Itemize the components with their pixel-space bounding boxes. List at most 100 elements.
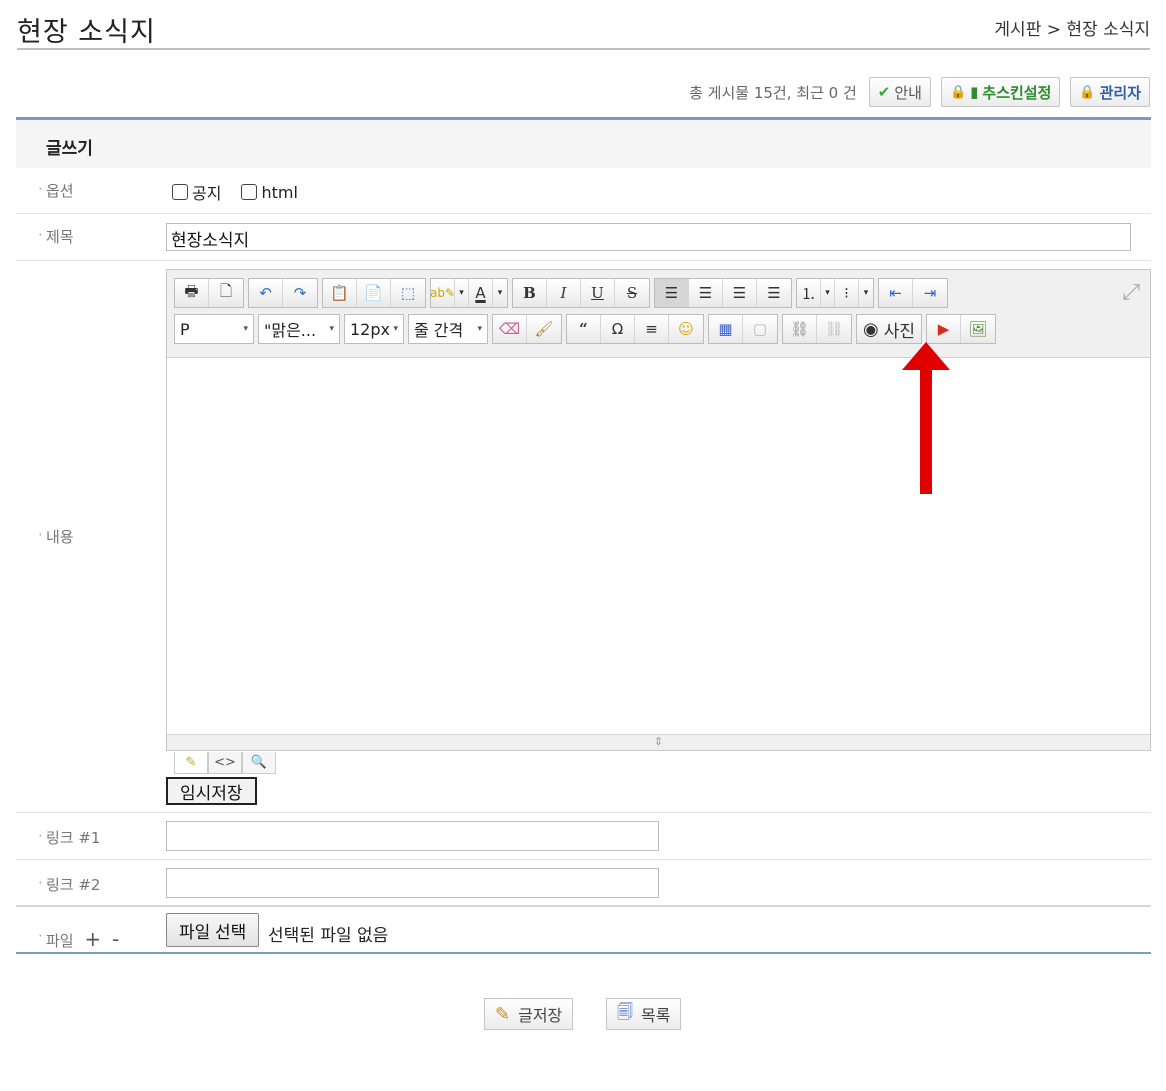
editor-content-area[interactable] [167, 358, 1150, 734]
remove-file-icon[interactable]: - [112, 927, 119, 951]
font-family-select[interactable]: "맑은... ▾ [258, 314, 340, 344]
justify-icon[interactable]: ☰ [757, 279, 791, 307]
content-row: 내용 🖶 🗋 ↶ ↷ 📋 📄 ⬚ [16, 261, 1151, 813]
chevron-down-icon[interactable]: ▾ [821, 279, 835, 307]
font-size-value: 12px [350, 319, 390, 339]
admin-button[interactable]: 🔒 관리자 [1070, 77, 1150, 107]
bold-icon[interactable]: B [513, 279, 547, 307]
underline-icon[interactable]: U [581, 279, 615, 307]
paste-word-icon[interactable]: 📄 [357, 279, 391, 307]
list-label: 목록 [640, 1006, 671, 1025]
table-icon[interactable]: ▦ [709, 315, 743, 343]
unlink-icon[interactable]: ⛓ [817, 315, 851, 343]
editor-mode-tabs: ✎ <> 🔍 [174, 752, 276, 774]
rich-text-editor: 🖶 🗋 ↶ ↷ 📋 📄 ⬚ ab✎ ▾ A ▾ B I U S ☰ ☰ ☰ ☰ … [166, 269, 1151, 751]
file-label-wrap: 파일 + - [38, 927, 119, 951]
hr-icon[interactable]: ≡ [635, 315, 669, 343]
skin-icon: ▮ [970, 83, 979, 101]
subject-row: 제목 현장소식지 [16, 214, 1151, 261]
check-icon: ✔ [877, 83, 891, 101]
brush-icon[interactable]: 🖌 [527, 315, 561, 343]
link2-row: 링크 #2 [16, 860, 1151, 907]
select-all-icon[interactable]: ⬚ [391, 279, 425, 307]
write-form: 글쓰기 옵션 공지 html 제목 현장소식지 내용 🖶 [16, 117, 1151, 954]
guide-label: 안내 [894, 83, 922, 102]
guide-button[interactable]: ✔ 안내 [868, 77, 931, 107]
link2-input[interactable] [166, 868, 659, 898]
chevron-down-icon[interactable]: ▾ [859, 279, 873, 307]
italic-icon[interactable]: I [547, 279, 581, 307]
board-toolbar: 총 게시물 15건, 최근 0 건 ✔ 안내 🔒 ▮ 추스킨설정 🔒 관리자 [17, 76, 1150, 108]
option-label: 옵션 [38, 180, 73, 201]
file-label: 파일 [46, 932, 74, 950]
list-button[interactable]: 🗐 목록 [606, 998, 682, 1030]
notice-label: 공지 [192, 184, 222, 203]
red-arrow-annotation [902, 342, 950, 494]
omega-icon[interactable]: Ω [601, 315, 635, 343]
emoticon-icon[interactable]: ☺ [669, 315, 703, 343]
indent-icon[interactable]: ⇥ [913, 279, 947, 307]
paragraph-format-select[interactable]: P ▾ [174, 314, 254, 344]
photo-button-inner[interactable]: ◉ 사진 [857, 315, 921, 343]
image-icon[interactable]: 🖼 [961, 315, 995, 343]
html-checkbox[interactable]: html [241, 180, 298, 204]
pencil-icon[interactable]: ✎ [174, 752, 208, 774]
preview-icon[interactable]: 🔍 [242, 752, 276, 774]
subject-input[interactable]: 현장소식지 [166, 223, 1131, 251]
skin-settings-label: 추스킨설정 [982, 83, 1052, 102]
link2-label: 링크 #2 [38, 874, 101, 895]
file-status: 선택된 파일 없음 [268, 926, 389, 946]
font-color-icon[interactable]: A [469, 279, 493, 307]
outdent-icon[interactable]: ⇤ [879, 279, 913, 307]
redo-icon[interactable]: ↷ [283, 279, 317, 307]
skin-settings-button[interactable]: 🔒 ▮ 추스킨설정 [940, 77, 1061, 107]
post-count: 총 게시물 15건, 최근 0 건 [689, 83, 857, 102]
camera-icon: ◉ [863, 318, 879, 340]
link-icon[interactable]: ⛓ [783, 315, 817, 343]
font-size-select[interactable]: 12px ▾ [344, 314, 404, 344]
link1-row: 링크 #1 [16, 813, 1151, 860]
print-icon[interactable]: 🖶 [175, 279, 209, 307]
chevron-down-icon: ▾ [477, 324, 482, 334]
ordered-list-icon[interactable]: ⒈ [797, 279, 821, 307]
html-box[interactable] [241, 184, 258, 200]
draft-save-button[interactable]: 임시저장 [166, 777, 257, 805]
link1-input[interactable] [166, 821, 659, 851]
code-icon[interactable]: <> [208, 752, 242, 774]
content-label: 내용 [38, 526, 73, 547]
notice-checkbox[interactable]: 공지 [172, 180, 221, 204]
title-divider [17, 48, 1150, 50]
quote-icon[interactable]: “ [567, 315, 601, 343]
paste-icon[interactable]: 📋 [323, 279, 357, 307]
expand-icon[interactable]: ⤢ [1122, 280, 1140, 305]
align-right-icon[interactable]: ☰ [723, 279, 757, 307]
paragraph-format-value: P [180, 319, 190, 339]
chevron-down-icon[interactable]: ▾ [493, 279, 507, 307]
lock-icon: 🔒 [1079, 84, 1096, 100]
undo-icon[interactable]: ↶ [249, 279, 283, 307]
chevron-down-icon: ▾ [243, 324, 248, 334]
notice-box[interactable] [172, 184, 188, 200]
template-icon[interactable]: ▢ [743, 315, 777, 343]
youtube-icon[interactable]: ▶ [927, 315, 961, 343]
highlight-icon[interactable]: ab✎ [430, 279, 455, 307]
align-center-icon[interactable]: ☰ [689, 279, 723, 307]
photo-label: 사진 [883, 321, 915, 342]
unordered-list-icon[interactable]: ⁝ [835, 279, 859, 307]
chevron-down-icon: ▾ [393, 324, 398, 334]
new-page-icon[interactable]: 🗋 [209, 279, 243, 307]
photo-button[interactable]: ◉ 사진 [856, 314, 922, 344]
file-select-button[interactable]: 파일 선택 [166, 913, 260, 947]
font-family-value: "맑은... [264, 321, 317, 340]
resize-handle-icon[interactable]: ⇕ [167, 734, 1150, 750]
line-height-select[interactable]: 줄 간격 ▾ [408, 314, 488, 344]
save-post-button[interactable]: ✎ 글저장 [484, 998, 574, 1030]
strike-icon[interactable]: S [615, 279, 649, 307]
align-left-icon[interactable]: ☰ [655, 279, 689, 307]
page-title: 현장 소식지 [17, 17, 156, 48]
chevron-down-icon[interactable]: ▾ [455, 279, 469, 307]
eraser-icon[interactable]: ⌫ [493, 315, 527, 343]
add-file-icon[interactable]: + [84, 927, 101, 951]
link1-label: 링크 #1 [38, 827, 101, 848]
subject-label: 제목 [38, 226, 73, 247]
